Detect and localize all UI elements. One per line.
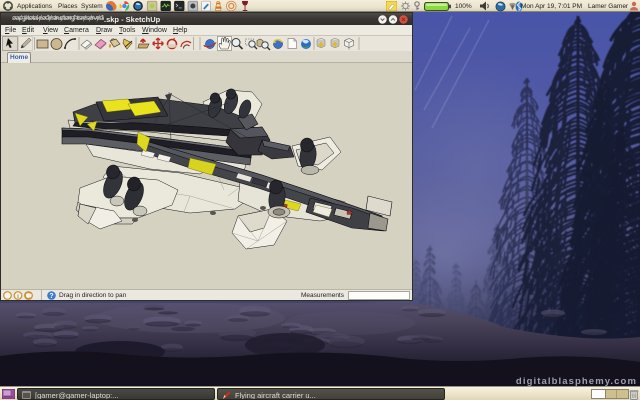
svg-text:i: i <box>17 293 19 300</box>
svg-text:?: ? <box>49 293 53 300</box>
